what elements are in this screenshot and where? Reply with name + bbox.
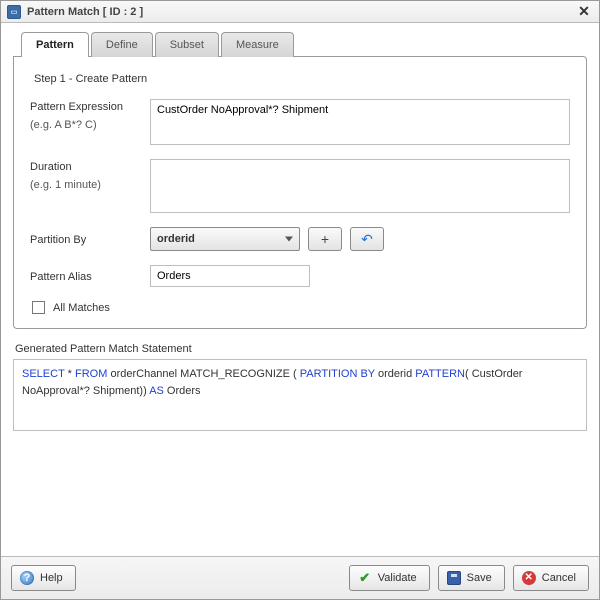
help-icon: ?	[20, 571, 34, 585]
chevron-down-icon	[285, 237, 293, 242]
tab-panel-pattern: Step 1 - Create Pattern Pattern Expressi…	[13, 56, 587, 329]
plus-icon: +	[321, 231, 329, 247]
label-pattern-alias: Pattern Alias	[30, 269, 150, 283]
validate-button-label: Validate	[378, 572, 417, 584]
label-duration-text: Duration	[30, 161, 150, 173]
help-button[interactable]: ? Help	[11, 565, 76, 591]
label-partition-by: Partition By	[30, 232, 150, 246]
pattern-match-dialog: ▭ Pattern Match [ ID : 2 ] ✕ Pattern Def…	[0, 0, 600, 600]
tabbar: Pattern Define Subset Measure	[21, 31, 587, 56]
input-pattern-alias[interactable]	[150, 265, 310, 287]
dialog-footer: ? Help ✔ Validate Save ✕ Cancel	[1, 556, 599, 599]
dropdown-partition-by-value: orderid	[157, 233, 195, 245]
row-partition-by: Partition By orderid + ↶	[30, 227, 570, 251]
hint-pattern-expression: (e.g. A B*? C)	[30, 119, 150, 131]
check-icon: ✔	[358, 571, 372, 585]
sql-star: *	[65, 368, 75, 380]
sql-from-tail: orderChannel MATCH_RECOGNIZE (	[107, 368, 299, 380]
sql-as-tail: Orders	[164, 385, 201, 397]
label-all-matches: All Matches	[53, 302, 110, 314]
sql-kw-partition: PARTITION BY	[300, 368, 375, 380]
generated-statement-box[interactable]: SELECT * FROM orderChannel MATCH_RECOGNI…	[13, 359, 587, 431]
hint-duration: (e.g. 1 minute)	[30, 179, 150, 191]
step-title: Step 1 - Create Pattern	[34, 73, 570, 85]
label-duration: Duration (e.g. 1 minute)	[30, 159, 150, 213]
sql-partition-tail: orderid	[375, 368, 415, 380]
sql-kw-from: FROM	[75, 368, 107, 380]
dialog-body: Pattern Define Subset Measure Step 1 - C…	[1, 23, 599, 556]
help-button-label: Help	[40, 572, 63, 584]
tab-define[interactable]: Define	[91, 32, 153, 57]
dropdown-partition-by[interactable]: orderid	[150, 227, 300, 251]
sql-kw-as: AS	[149, 385, 164, 397]
undo-partition-button[interactable]: ↶	[350, 227, 384, 251]
save-button[interactable]: Save	[438, 565, 505, 591]
tab-subset[interactable]: Subset	[155, 32, 219, 57]
cancel-icon: ✕	[522, 571, 536, 585]
validate-button[interactable]: ✔ Validate	[349, 565, 430, 591]
save-button-label: Save	[467, 572, 492, 584]
input-pattern-expression[interactable]	[150, 99, 570, 145]
row-pattern-alias: Pattern Alias	[30, 265, 570, 287]
save-icon	[447, 571, 461, 585]
row-all-matches: All Matches	[32, 301, 570, 314]
undo-icon: ↶	[361, 231, 373, 248]
label-pattern-expression-text: Pattern Expression	[30, 101, 150, 113]
tab-measure[interactable]: Measure	[221, 32, 294, 57]
sql-kw-pattern: PATTERN	[415, 368, 465, 380]
dialog-title: Pattern Match [ ID : 2 ]	[27, 6, 575, 18]
cancel-button-label: Cancel	[542, 572, 576, 584]
label-generated-statement: Generated Pattern Match Statement	[15, 343, 587, 355]
cancel-button[interactable]: ✕ Cancel	[513, 565, 589, 591]
input-duration[interactable]	[150, 159, 570, 213]
sql-kw-select: SELECT	[22, 368, 65, 380]
tab-pattern[interactable]: Pattern	[21, 32, 89, 57]
label-pattern-expression: Pattern Expression (e.g. A B*? C)	[30, 99, 150, 145]
row-duration: Duration (e.g. 1 minute)	[30, 159, 570, 213]
app-icon: ▭	[7, 5, 21, 19]
close-button[interactable]: ✕	[575, 3, 593, 21]
row-pattern-expression: Pattern Expression (e.g. A B*? C)	[30, 99, 570, 145]
add-partition-button[interactable]: +	[308, 227, 342, 251]
checkbox-all-matches[interactable]	[32, 301, 45, 314]
titlebar: ▭ Pattern Match [ ID : 2 ] ✕	[1, 1, 599, 23]
